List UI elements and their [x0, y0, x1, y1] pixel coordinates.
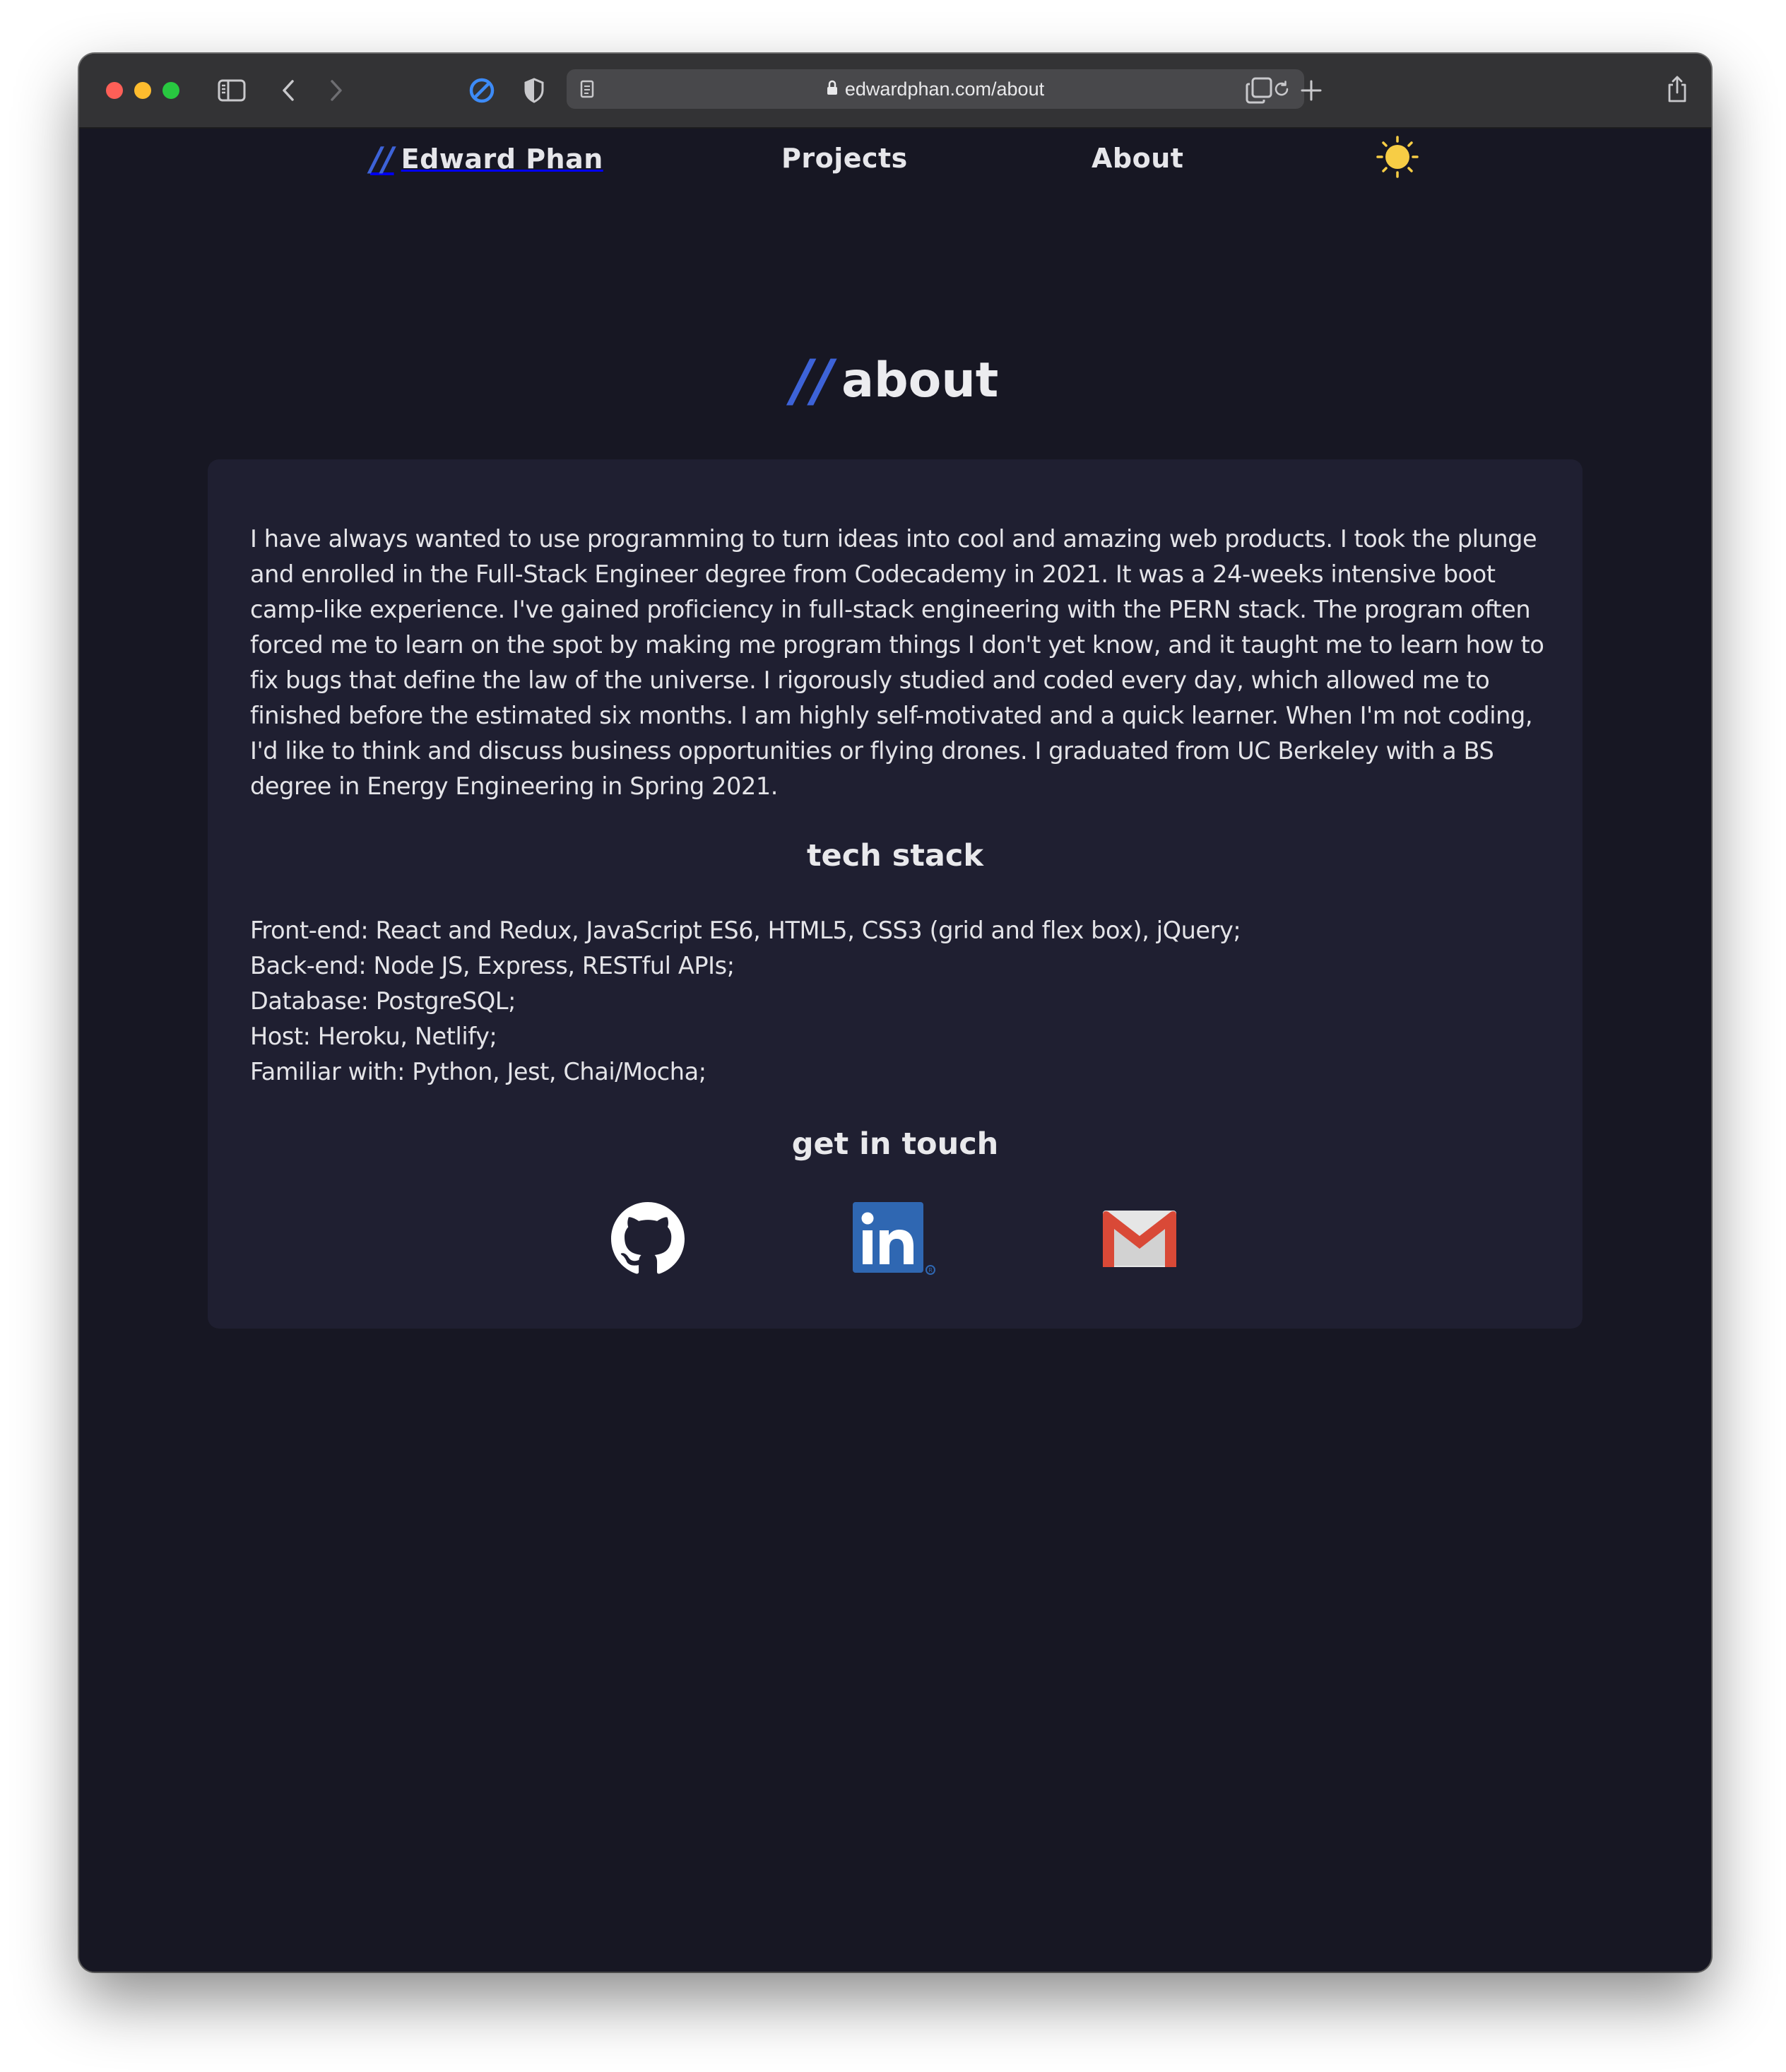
privacy-shield-icon[interactable] — [519, 75, 550, 106]
github-link[interactable] — [609, 1201, 687, 1279]
tab-overview-icon[interactable] — [1242, 73, 1276, 107]
forward-icon[interactable] — [322, 76, 350, 105]
url-text: edwardphan.com/about — [844, 78, 1045, 100]
share-icon[interactable] — [1662, 72, 1693, 106]
tech-stack-item: Familiar with: Python, Jest, Chai/Mocha; — [250, 1058, 706, 1085]
sun-icon — [1376, 136, 1419, 181]
tech-stack-list: Front-end: React and Redux, JavaScript E… — [250, 913, 1241, 1090]
page-title: about — [841, 353, 999, 408]
svg-text:R: R — [928, 1267, 933, 1273]
nav-link-projects[interactable]: Projects — [781, 143, 908, 174]
back-icon[interactable] — [274, 76, 302, 105]
nav-link-about[interactable]: About — [1092, 143, 1183, 174]
minimize-window-button[interactable] — [134, 82, 151, 99]
theme-toggle-button[interactable] — [1375, 136, 1420, 181]
site-navbar: // Edward Phan Projects About — [79, 129, 1711, 189]
heading-slashes: // — [791, 348, 834, 413]
tech-stack-item: Host: Heroku, Netlify; — [250, 1023, 497, 1050]
web-page: // Edward Phan Projects About // about I… — [79, 129, 1711, 1972]
blocker-extension-icon[interactable] — [466, 75, 497, 106]
gmail-link[interactable] — [1101, 1201, 1178, 1279]
github-icon — [611, 1202, 685, 1278]
browser-window: edwardphan.com/about // Edward Phan Proj… — [79, 54, 1711, 1972]
gmail-icon — [1103, 1211, 1176, 1270]
bio-paragraph: I have always wanted to use programming … — [250, 525, 1544, 800]
zoom-window-button[interactable] — [162, 82, 179, 99]
new-tab-icon[interactable] — [1294, 73, 1328, 107]
linkedin-icon: R — [853, 1202, 938, 1278]
browser-toolbar: edwardphan.com/about — [79, 54, 1711, 129]
about-card: I have always wanted to use programming … — [208, 459, 1583, 1329]
url-display[interactable]: edwardphan.com/about — [567, 69, 1304, 109]
about-heading: // about — [79, 348, 1711, 413]
sidebar-toggle-icon[interactable] — [216, 76, 247, 105]
get-in-touch-heading: get in touch — [791, 1126, 999, 1162]
tech-stack-item: Database: PostgreSQL; — [250, 987, 516, 1015]
tech-stack-heading: tech stack — [806, 838, 984, 873]
tech-stack-item: Front-end: React and Redux, JavaScript E… — [250, 917, 1241, 944]
brand-name: Edward Phan — [401, 143, 603, 175]
tech-stack-item: Back-end: Node JS, Express, RESTful APIs… — [250, 952, 735, 979]
brand-logo-link[interactable]: // Edward Phan — [370, 140, 603, 178]
lock-icon — [827, 78, 838, 100]
close-window-button[interactable] — [106, 82, 123, 99]
linkedin-link[interactable]: R — [853, 1201, 935, 1279]
address-bar[interactable]: edwardphan.com/about — [567, 69, 1304, 109]
brand-slashes: // — [370, 140, 394, 178]
